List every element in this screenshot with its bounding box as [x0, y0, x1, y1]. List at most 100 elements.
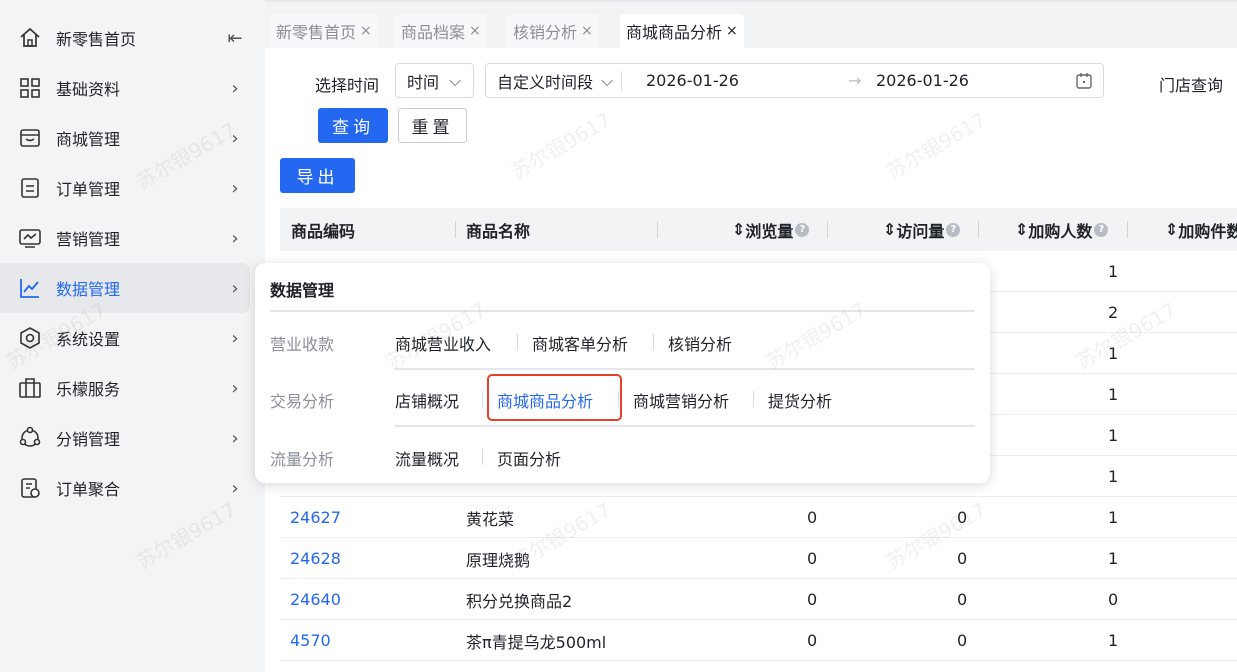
close-icon[interactable]: ×: [360, 23, 372, 39]
flyout-link[interactable]: 商城营业收入: [395, 331, 491, 355]
share-network-icon: [18, 426, 42, 450]
col-code: 商品编码: [291, 221, 356, 241]
sidebar: 新零售首页 ⇤ 基础资料 › 商城管理 › 订单管理 › 营销管理 › 数据管理 › 系统设置 › 乐檬服务…: [0, 0, 265, 672]
end-date[interactable]: 2026-01-26: [876, 71, 969, 90]
visits-value: 0: [957, 590, 968, 609]
order-clock-icon: [18, 476, 42, 500]
help-icon[interactable]: ?: [946, 222, 961, 237]
time-type-value: 时间: [407, 72, 440, 92]
calendar-icon[interactable]: [1075, 72, 1093, 94]
help-icon[interactable]: ?: [1094, 222, 1109, 237]
cart-users-value: 1: [1108, 467, 1119, 486]
product-name: 黄花菜: [466, 509, 515, 529]
col-cart-users[interactable]: ⇕ 加购人数?: [1015, 208, 1109, 251]
chevron-right-icon: ›: [231, 127, 239, 149]
start-date[interactable]: 2026-01-26: [646, 71, 739, 90]
col-views-label: 浏览量: [745, 221, 794, 241]
tab-3[interactable]: 商城商品分析 ×: [620, 14, 744, 48]
sidebar-item-5[interactable]: 数据管理 ›: [0, 263, 250, 313]
tab-1[interactable]: 商品档案 ×: [395, 14, 487, 48]
tab-2[interactable]: 核销分析 ×: [507, 14, 599, 48]
flyout-link[interactable]: 流量概况: [395, 446, 459, 470]
col-visits[interactable]: ⇕ 访问量?: [883, 208, 961, 251]
cart-users-value: 2: [1108, 303, 1119, 322]
tab-label: 商品档案: [401, 23, 466, 42]
close-icon[interactable]: ×: [581, 23, 593, 39]
views-value: 0: [807, 508, 818, 527]
flyout-link[interactable]: 提货分析: [768, 388, 832, 412]
sidebar-item-0[interactable]: 新零售首页 ⇤: [0, 13, 250, 63]
monitor-chart-icon: [18, 226, 42, 250]
time-type-select[interactable]: 时间 ⌵: [395, 63, 474, 98]
flyout-link[interactable]: 商城客单分析: [532, 331, 628, 355]
sidebar-item-label: 营销管理: [56, 230, 121, 249]
table-header: 商品编码 商品名称 ⇕ 浏览量? ⇕ 访问量? ⇕ 加购人数? ⇕ 加购件数: [280, 208, 1237, 251]
store-query-label: 门店查询: [1159, 76, 1224, 95]
collapse-icon[interactable]: ⇤: [220, 28, 250, 49]
chevron-down-icon: ⌵: [449, 70, 462, 90]
sidebar-item-label: 系统设置: [56, 330, 121, 349]
range-arrow-icon: →: [848, 71, 862, 90]
flyout-title: 数据管理: [270, 281, 335, 300]
home-icon: [18, 26, 42, 50]
sort-icon[interactable]: ⇕: [732, 220, 745, 239]
sort-icon[interactable]: ⇕: [1015, 220, 1028, 239]
chevron-right-icon: ›: [231, 377, 239, 399]
close-icon[interactable]: ×: [469, 23, 481, 39]
sidebar-item-2[interactable]: 商城管理 ›: [0, 113, 250, 163]
sidebar-item-label: 商城管理: [56, 130, 121, 149]
close-icon[interactable]: ×: [726, 23, 738, 39]
cart-users-value: 1: [1108, 344, 1119, 363]
flyout-group-label: 营业收款: [270, 335, 335, 354]
sidebar-item-9[interactable]: 订单聚合 ›: [0, 463, 250, 513]
sidebar-item-label: 乐檬服务: [56, 380, 121, 399]
sidebar-item-4[interactable]: 营销管理 ›: [0, 213, 250, 263]
flyout-link[interactable]: 店铺概况: [395, 388, 459, 412]
hexagon-gear-icon: [18, 326, 42, 350]
help-icon[interactable]: ?: [795, 222, 810, 237]
sidebar-item-8[interactable]: 分销管理 ›: [0, 413, 250, 463]
time-label: 选择时间: [315, 76, 380, 95]
store-icon: [18, 126, 42, 150]
tab-0[interactable]: 新零售首页 ×: [270, 14, 378, 48]
table-row: 24640 积分兑换商品2 0 0 0: [280, 579, 1237, 620]
table-row: 24628 原理烧鹅 0 0 1: [280, 538, 1237, 579]
chevron-right-icon: ›: [231, 77, 239, 99]
chevron-right-icon: ›: [231, 177, 239, 199]
flyout-link[interactable]: 核销分析: [668, 331, 732, 355]
col-name: 商品名称: [466, 221, 531, 241]
col-views[interactable]: ⇕ 浏览量?: [732, 208, 810, 251]
col-visits-label: 访问量: [896, 221, 945, 241]
flyout-group-label: 流量分析: [270, 450, 335, 469]
chevron-down-icon: ⌵: [601, 70, 614, 90]
product-code-link[interactable]: 4570: [290, 620, 331, 661]
flyout-link[interactable]: 商城营销分析: [633, 388, 729, 412]
sidebar-item-1[interactable]: 基础资料 ›: [0, 63, 250, 113]
product-code-link[interactable]: 24628: [290, 538, 341, 579]
sidebar-item-label: 基础资料: [56, 80, 121, 99]
sort-icon[interactable]: ⇕: [1165, 220, 1178, 239]
flyout-link[interactable]: 页面分析: [497, 446, 561, 470]
table-row: 4570 茶π青提乌龙500ml 0 0 1: [280, 620, 1237, 661]
reset-button[interactable]: 重置: [398, 108, 467, 143]
sidebar-item-6[interactable]: 系统设置 ›: [0, 313, 250, 363]
date-range-picker[interactable]: 自定义时间段 ⌵ 2026-01-26 → 2026-01-26: [485, 63, 1104, 98]
export-button[interactable]: 导出: [280, 158, 355, 193]
sidebar-item-7[interactable]: 乐檬服务 ›: [0, 363, 250, 413]
line-chart-icon: [18, 276, 42, 300]
query-button[interactable]: 查询: [318, 108, 388, 143]
highlight-box: [487, 374, 622, 421]
range-type-value: 自定义时间段: [497, 72, 594, 92]
table-row: 24627 黄花菜 0 0 1: [280, 497, 1237, 538]
sidebar-item-label: 订单聚合: [56, 480, 121, 499]
views-value: 0: [807, 590, 818, 609]
tab-bar: 新零售首页 × 商品档案 × 核销分析 × 商城商品分析 ×: [265, 0, 1237, 48]
cart-users-value: 1: [1108, 262, 1119, 281]
cart-users-value: 1: [1108, 385, 1119, 404]
chevron-right-icon: ›: [231, 427, 239, 449]
product-code-link[interactable]: 24640: [290, 579, 341, 620]
col-cart-items[interactable]: ⇕ 加购件数: [1165, 208, 1237, 251]
sort-icon[interactable]: ⇕: [883, 220, 896, 239]
sidebar-item-3[interactable]: 订单管理 ›: [0, 163, 250, 213]
product-code-link[interactable]: 24627: [290, 497, 341, 538]
